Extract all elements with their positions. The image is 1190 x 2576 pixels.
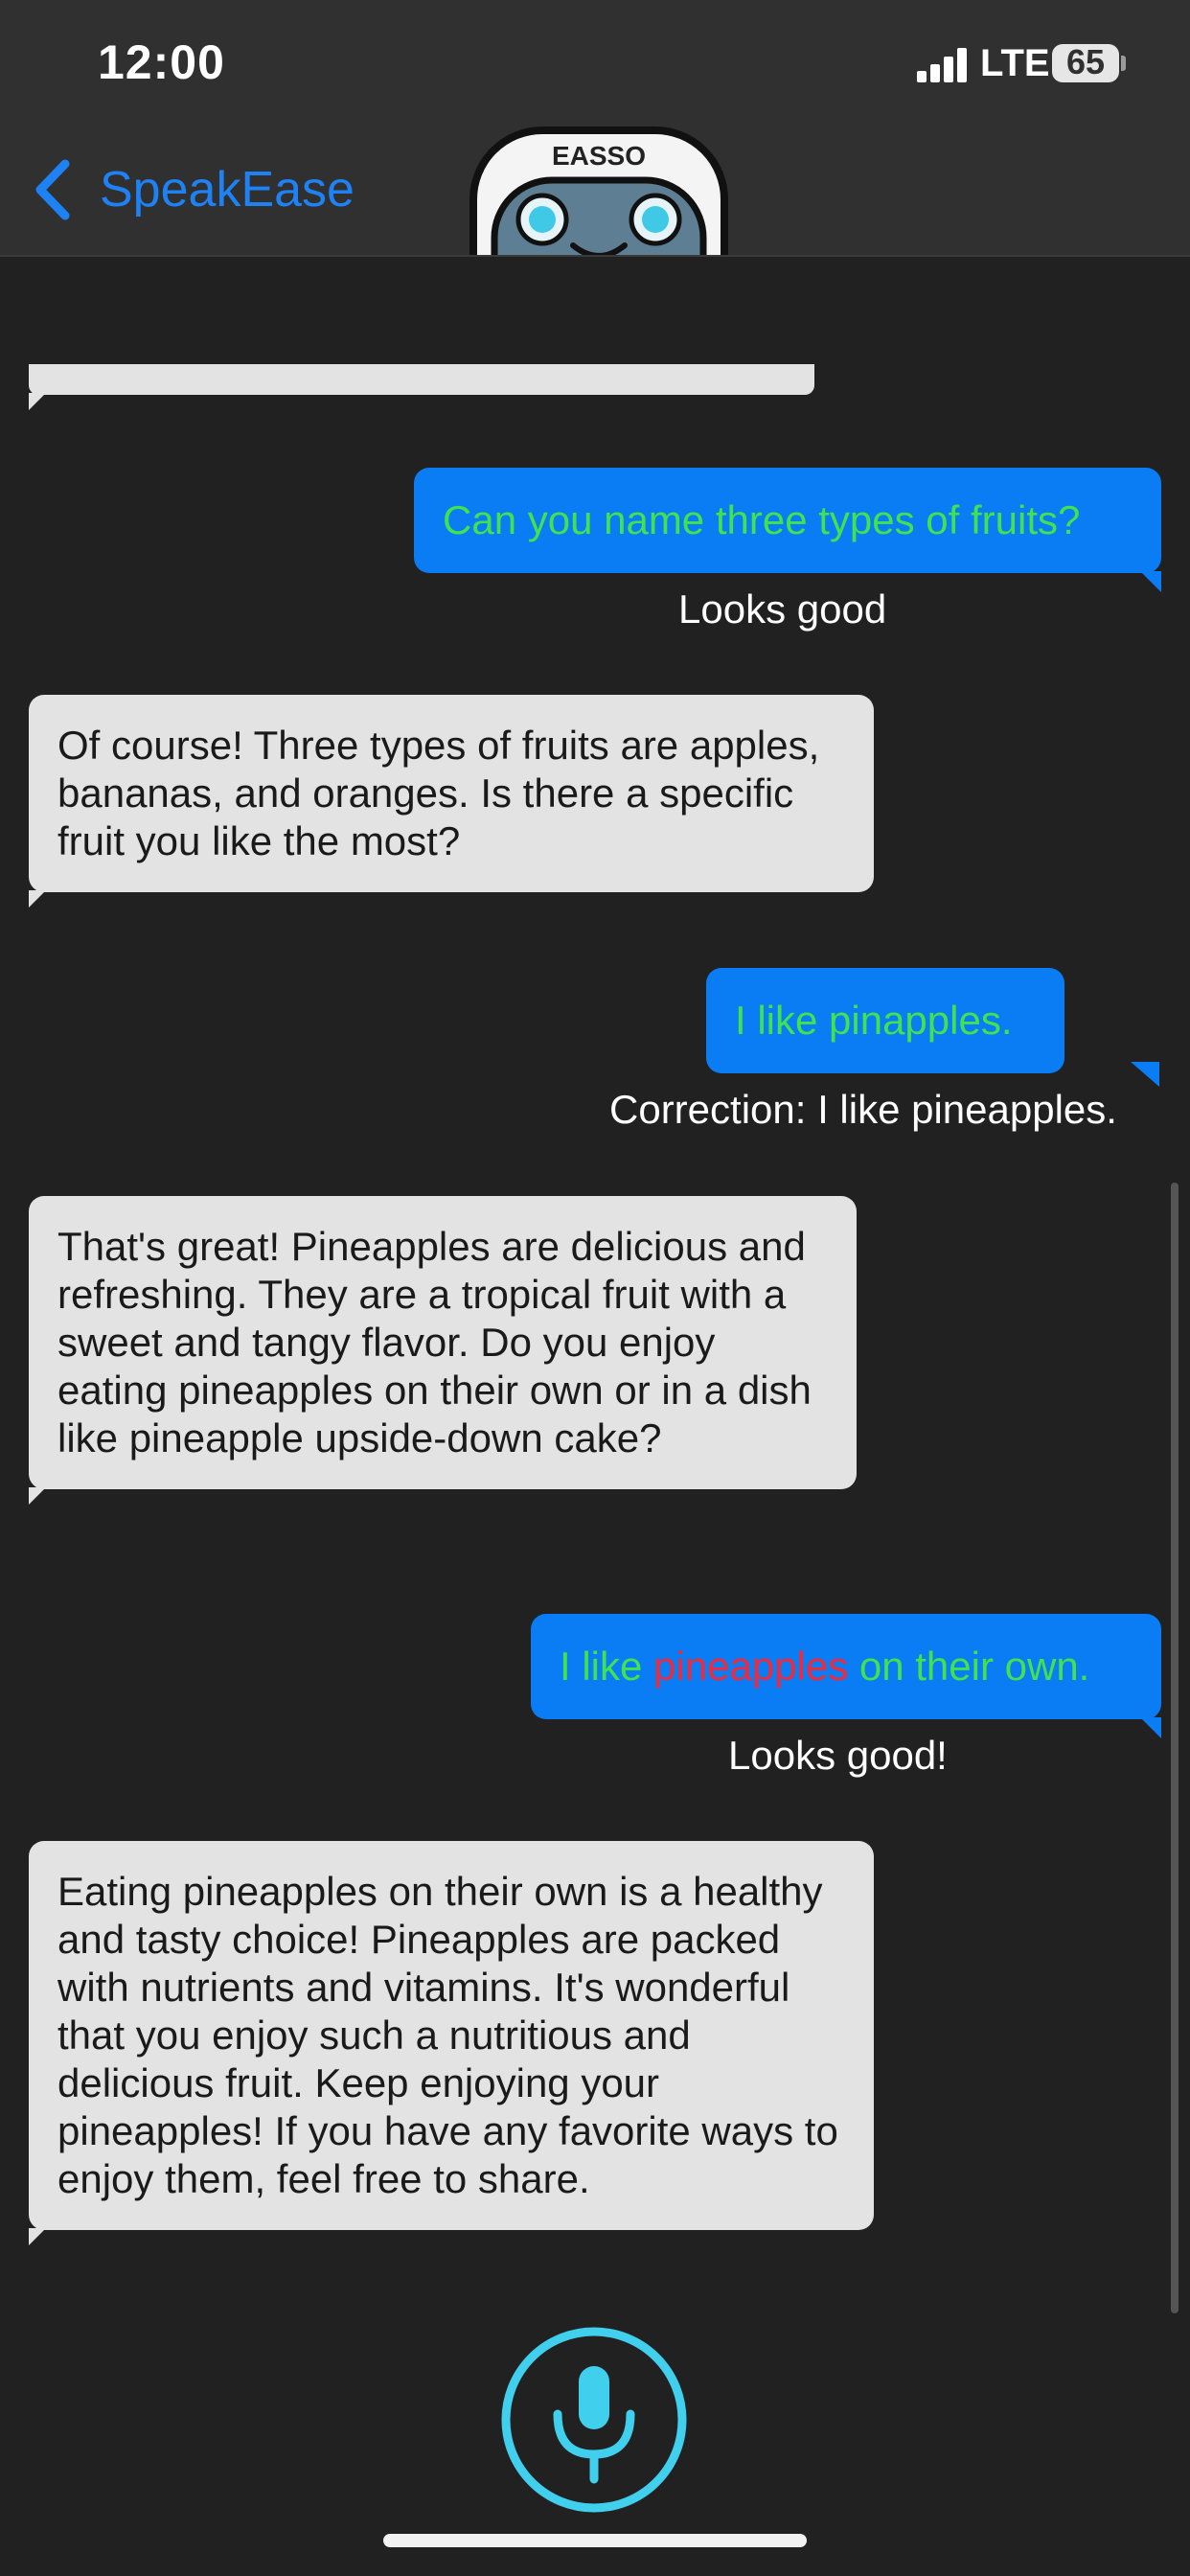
user-message-text-start: I like [560, 1644, 654, 1689]
user-message-text-end: on their own. [848, 1644, 1090, 1689]
home-indicator[interactable] [383, 2534, 807, 2547]
bot-message: Eating pineapples on their own is a heal… [29, 1841, 874, 2245]
bot-message-text: Eating pineapples on their own is a heal… [57, 1869, 838, 2201]
user-message-text: I like pinapples. [735, 998, 1013, 1043]
highlighted-word: pineapples [653, 1644, 849, 1689]
bot-message-partial [29, 364, 814, 410]
feedback-text: Looks good [678, 586, 887, 632]
bubble-tail [1131, 1062, 1159, 1087]
bot-message: Of course! Three types of fruits are app… [29, 695, 874, 908]
network-type: LTE [980, 42, 1050, 84]
chevron-left-icon [35, 159, 70, 220]
user-message-text: Can you name three types of fruits? [443, 497, 1081, 542]
user-message: I like pinapples. [706, 968, 1064, 1073]
robot-avatar: EASSO [469, 126, 728, 255]
status-time: 12:00 [98, 35, 225, 89]
bot-message-text: Of course! Three types of fruits are app… [57, 723, 820, 863]
microphone-button[interactable] [500, 2326, 688, 2514]
correction-text: Correction: I like pineapples. [609, 1087, 1117, 1132]
app-screen: 12:00 LTE 65 SpeakEase EASSO Can you nam… [0, 0, 1190, 2576]
avatar-label: EASSO [552, 141, 646, 171]
bot-message: That's great! Pineapples are delicious a… [29, 1196, 857, 1505]
battery-level: 65 [1065, 42, 1106, 81]
back-button[interactable]: SpeakEase [33, 153, 355, 226]
cellular-signal-icon [917, 48, 967, 82]
feedback-text: Looks good! [728, 1733, 948, 1778]
microphone-icon [553, 2366, 635, 2484]
user-message: I like pineapples on their own. [531, 1614, 1161, 1738]
back-label: SpeakEase [100, 162, 355, 218]
battery-cap [1121, 56, 1126, 71]
navigation-header: 12:00 LTE 65 SpeakEase EASSO [0, 0, 1190, 257]
bot-message-text: That's great! Pineapples are delicious a… [57, 1224, 812, 1460]
user-message: Can you name three types of fruits? [414, 468, 1161, 592]
scrollbar[interactable] [1171, 1183, 1179, 2313]
